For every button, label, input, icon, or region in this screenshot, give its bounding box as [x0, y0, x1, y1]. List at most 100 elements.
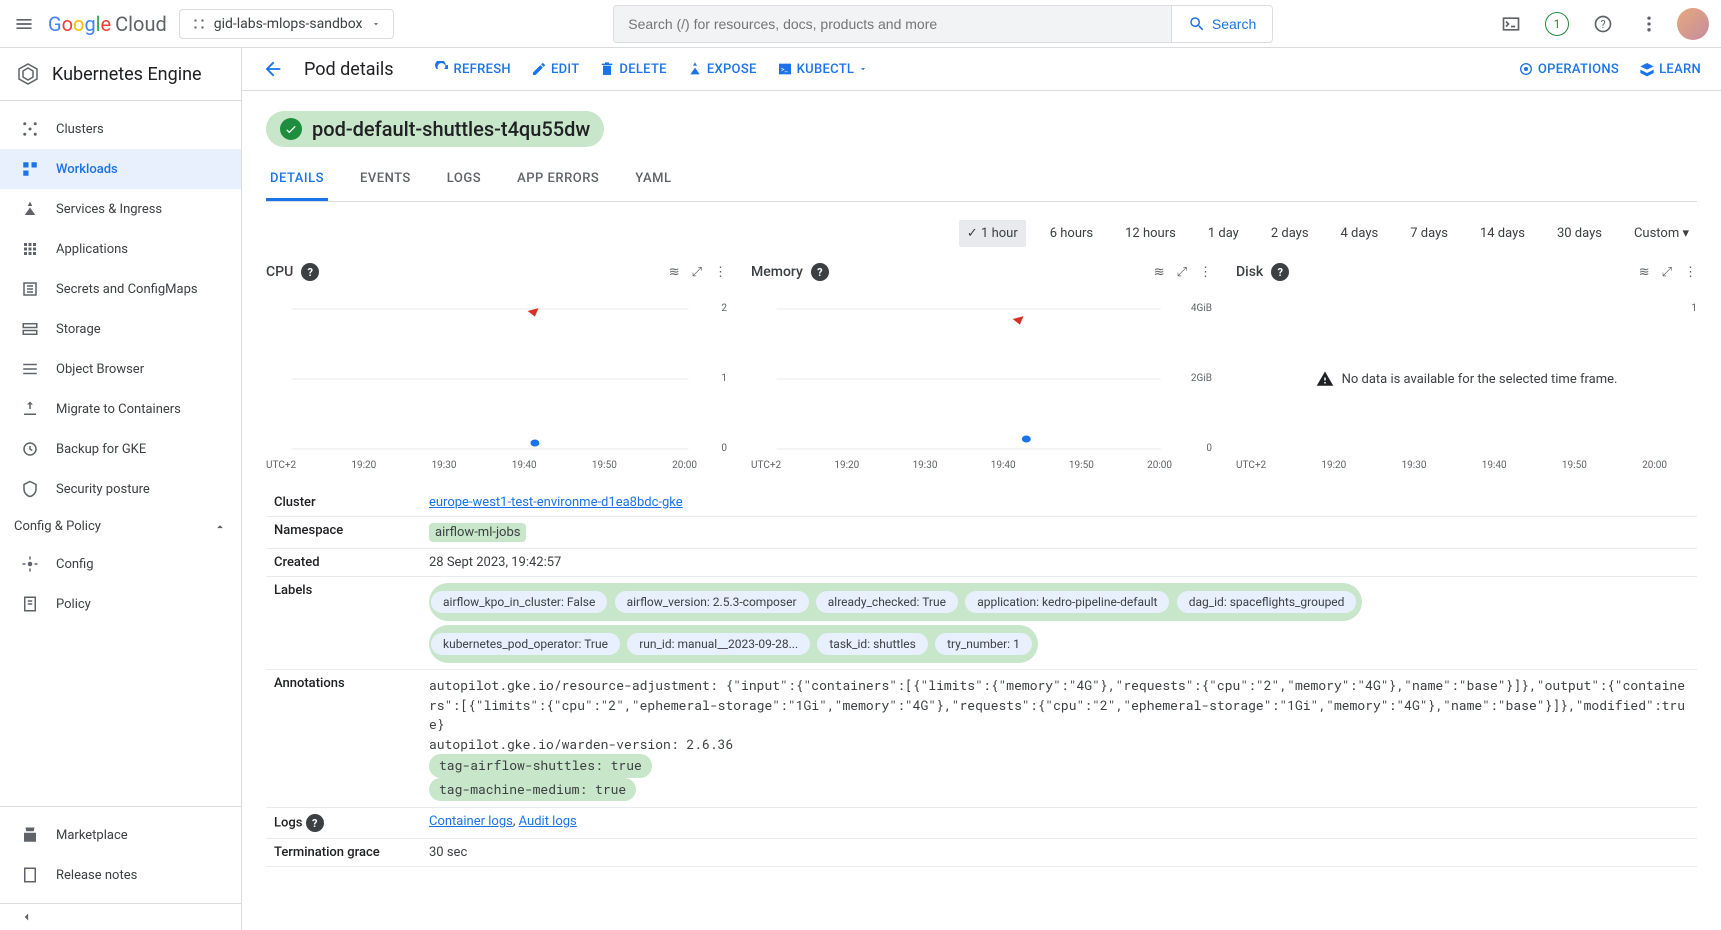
- meta-label: Cluster: [266, 489, 421, 517]
- chart-title: Memory: [751, 264, 803, 280]
- sidebar-item-storage[interactable]: Storage: [0, 309, 241, 349]
- sidebar-item-config[interactable]: Config: [0, 544, 241, 584]
- sidebar-item-services[interactable]: Services & Ingress: [0, 189, 241, 229]
- chart-more-icon[interactable]: ⋮: [1199, 265, 1212, 280]
- sidebar-title: Kubernetes Engine: [52, 64, 202, 85]
- chart-more-icon[interactable]: ⋮: [1684, 265, 1697, 280]
- learn-button[interactable]: LEARN: [1639, 61, 1701, 77]
- operations-button[interactable]: OPERATIONS: [1518, 61, 1619, 77]
- help-icon[interactable]: ?: [1585, 6, 1621, 42]
- chart-legend-icon[interactable]: ≋: [1639, 265, 1650, 280]
- tab-events[interactable]: EVENTS: [356, 159, 415, 201]
- label-chip: try_number: 1: [935, 633, 1032, 655]
- sidebar-group-config-policy[interactable]: Config & Policy: [0, 509, 241, 544]
- warning-icon: [1316, 370, 1334, 388]
- help-icon[interactable]: ?: [306, 814, 324, 832]
- sidebar-item-label: Storage: [56, 322, 101, 337]
- chart-explore-icon[interactable]: ⤢: [1177, 265, 1187, 280]
- tab-details[interactable]: DETAILS: [266, 159, 328, 201]
- meta-label: Created: [266, 549, 421, 577]
- sidebar-collapse[interactable]: [0, 903, 241, 930]
- sidebar-header[interactable]: Kubernetes Engine: [0, 48, 241, 101]
- sidebar-item-label: Config: [56, 557, 94, 572]
- sidebar-item-label: Policy: [56, 597, 91, 612]
- chart-legend-icon[interactable]: ≋: [669, 265, 680, 280]
- label-chip: run_id: manual__2023-09-28...: [627, 633, 810, 655]
- y-tick: 0: [721, 443, 727, 454]
- sidebar-item-label: Backup for GKE: [56, 442, 146, 457]
- chart-title: Disk: [1236, 264, 1263, 280]
- time-12hours[interactable]: 12 hours: [1117, 220, 1184, 247]
- time-6hours[interactable]: 6 hours: [1042, 220, 1101, 247]
- label-chip: task_id: shuttles: [817, 633, 927, 655]
- delete-button[interactable]: DELETE: [599, 61, 666, 77]
- sidebar-item-policy[interactable]: Policy: [0, 584, 241, 624]
- y-tick: 4GiB: [1191, 303, 1212, 314]
- y-tick: 2GiB: [1191, 373, 1212, 384]
- time-range-selector: 1 hour 6 hours 12 hours 1 day 2 days 4 d…: [266, 220, 1697, 247]
- y-tick: 1: [721, 373, 727, 384]
- time-custom[interactable]: Custom ▾: [1626, 220, 1697, 247]
- meta-label: Annotations: [266, 670, 421, 808]
- time-7days[interactable]: 7 days: [1402, 220, 1456, 247]
- chart-legend-icon[interactable]: ≋: [1154, 265, 1165, 280]
- search-button[interactable]: Search: [1171, 6, 1272, 42]
- time-30days[interactable]: 30 days: [1549, 220, 1610, 247]
- container-logs-link[interactable]: Container logs: [429, 814, 513, 829]
- main-content: Pod details REFRESH EDIT DELETE EXPOSE >…: [242, 48, 1721, 930]
- chart-more-icon[interactable]: ⋮: [714, 265, 727, 280]
- sidebar-item-release-notes[interactable]: Release notes: [0, 855, 241, 895]
- sidebar-item-backup[interactable]: Backup for GKE: [0, 429, 241, 469]
- chevron-down-icon: [371, 19, 381, 29]
- time-1day[interactable]: 1 day: [1200, 220, 1247, 247]
- tab-logs[interactable]: LOGS: [443, 159, 485, 201]
- audit-logs-link[interactable]: Audit logs: [519, 814, 577, 829]
- sidebar-item-migrate[interactable]: Migrate to Containers: [0, 389, 241, 429]
- sidebar-item-workloads[interactable]: Workloads: [0, 149, 241, 189]
- sidebar-item-marketplace[interactable]: Marketplace: [0, 815, 241, 855]
- label-chip: kubernetes_pod_operator: True: [431, 633, 620, 655]
- time-2days[interactable]: 2 days: [1263, 220, 1317, 247]
- action-bar: Pod details REFRESH EDIT DELETE EXPOSE >…: [242, 48, 1721, 91]
- help-icon[interactable]: ?: [811, 263, 829, 281]
- sidebar-item-label: Services & Ingress: [56, 202, 162, 217]
- chevron-left-icon: [20, 910, 34, 924]
- expose-button[interactable]: EXPOSE: [687, 61, 757, 77]
- cluster-link[interactable]: europe-west1-test-environme-d1ea8bdc-gke: [429, 495, 683, 510]
- time-1hour[interactable]: 1 hour: [959, 220, 1026, 247]
- x-axis: UTC+219:2019:3019:4019:5020:00: [1236, 460, 1667, 471]
- tab-app-errors[interactable]: APP ERRORS: [513, 159, 603, 201]
- menu-icon[interactable]: [12, 12, 36, 36]
- svg-text:?: ?: [1600, 18, 1605, 31]
- help-icon[interactable]: ?: [1271, 263, 1289, 281]
- chart-explore-icon[interactable]: ⤢: [692, 265, 702, 280]
- chevron-down-icon: [858, 64, 868, 74]
- sidebar-item-security[interactable]: Security posture: [0, 469, 241, 509]
- chart-memory: Memory ? ≋ ⤢ ⋮ 4GiB 2GiB: [751, 263, 1212, 469]
- project-selector[interactable]: gid-labs-mlops-sandbox: [179, 9, 394, 39]
- chart-title: CPU: [266, 264, 293, 280]
- time-4days[interactable]: 4 days: [1333, 220, 1387, 247]
- more-icon[interactable]: [1631, 6, 1667, 42]
- time-14days[interactable]: 14 days: [1472, 220, 1533, 247]
- tab-yaml[interactable]: YAML: [631, 159, 675, 201]
- kubectl-button[interactable]: >_KUBECTL: [777, 61, 869, 77]
- sidebar-item-label: Migrate to Containers: [56, 402, 181, 417]
- help-icon[interactable]: ?: [301, 263, 319, 281]
- cloud-shell-icon[interactable]: [1493, 6, 1529, 42]
- back-button[interactable]: [262, 58, 284, 80]
- edit-button[interactable]: EDIT: [531, 61, 579, 77]
- user-avatar[interactable]: [1677, 8, 1709, 40]
- labels-cell: airflow_kpo_in_cluster: False airflow_ve…: [421, 577, 1697, 670]
- google-cloud-logo[interactable]: Google Cloud: [48, 12, 167, 36]
- sidebar-item-clusters[interactable]: Clusters: [0, 109, 241, 149]
- sidebar-item-object-browser[interactable]: Object Browser: [0, 349, 241, 389]
- trial-badge[interactable]: 1: [1539, 6, 1575, 42]
- sidebar-item-label: Security posture: [56, 482, 150, 497]
- x-axis: UTC+219:2019:3019:4019:5020:00: [751, 460, 1172, 471]
- sidebar-item-secrets[interactable]: Secrets and ConfigMaps: [0, 269, 241, 309]
- refresh-button[interactable]: REFRESH: [434, 61, 511, 77]
- sidebar-item-applications[interactable]: Applications: [0, 229, 241, 269]
- chart-explore-icon[interactable]: ⤢: [1662, 265, 1672, 280]
- search-input[interactable]: [614, 6, 1171, 42]
